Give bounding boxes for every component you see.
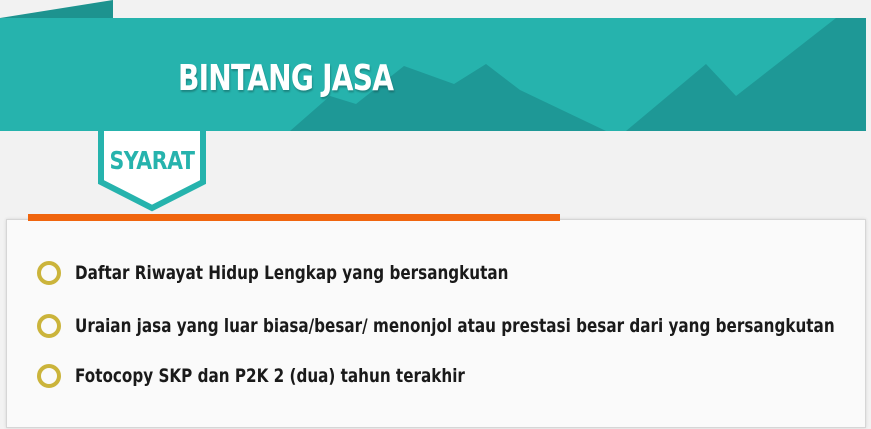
list-item: Uraian jasa yang luar biasa/besar/ menon… (37, 311, 871, 341)
list-item: Daftar Riwayat Hidup Lengkap yang bersan… (37, 258, 617, 288)
circle-bullet-icon (37, 364, 61, 388)
title-banner (0, 0, 871, 140)
accent-bar (28, 214, 560, 221)
circle-bullet-icon (37, 314, 61, 338)
section-label: SYARAT (109, 146, 195, 175)
requirements-card: Daftar Riwayat Hidup Lengkap yang bersan… (6, 219, 866, 428)
list-item-text: Uraian jasa yang luar biasa/besar/ menon… (75, 315, 835, 337)
page-title: BINTANG JASA (178, 58, 394, 99)
banner-graphic (0, 0, 866, 131)
list-item: Fotocopy SKP dan P2K 2 (dua) tahun terak… (37, 361, 562, 391)
list-item-text: Fotocopy SKP dan P2K 2 (dua) tahun terak… (75, 365, 465, 387)
circle-bullet-icon (37, 261, 61, 285)
list-item-text: Daftar Riwayat Hidup Lengkap yang bersan… (75, 262, 509, 284)
